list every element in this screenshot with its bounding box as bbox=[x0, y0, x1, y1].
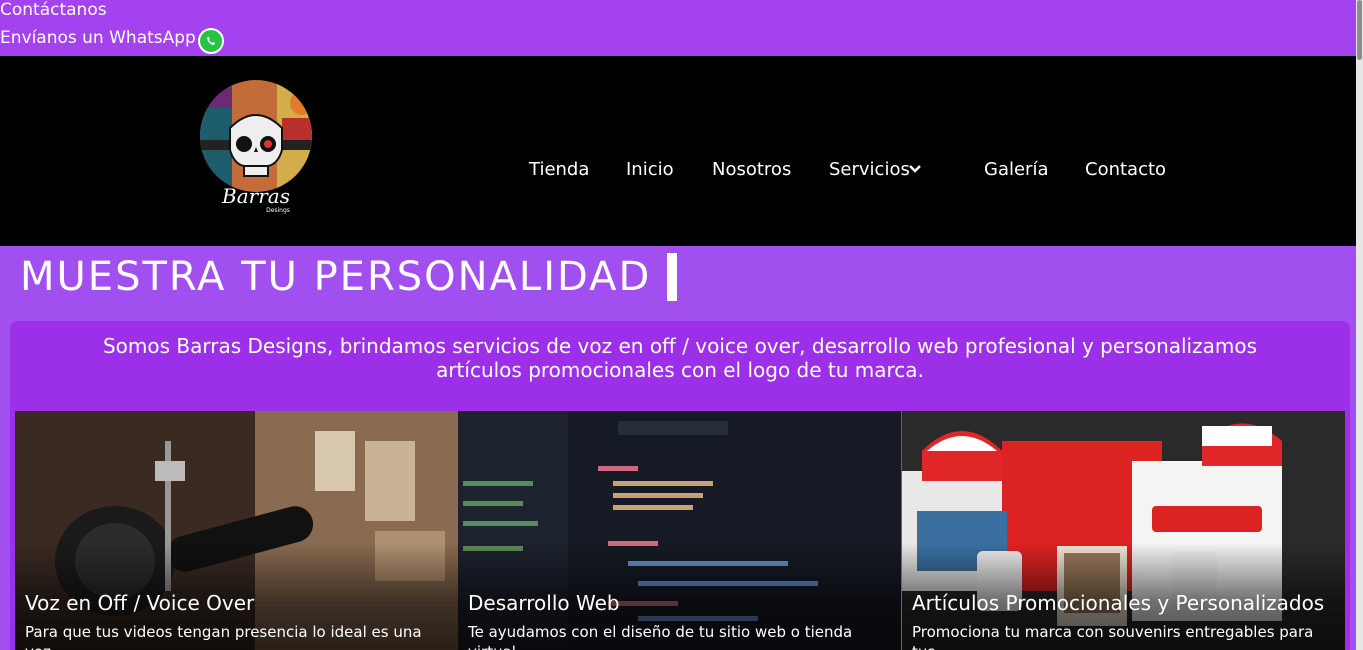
whatsapp-icon[interactable] bbox=[197, 28, 224, 54]
scrollbar-thumb[interactable] bbox=[1357, 0, 1362, 60]
nav-contacto[interactable]: Contacto bbox=[1085, 159, 1166, 180]
page-scrollbar[interactable] bbox=[1356, 0, 1363, 650]
service-card-web[interactable]: Desarrollo Web Te ayudamos con el diseño… bbox=[458, 411, 901, 650]
logo-subtext: Desings bbox=[266, 207, 290, 214]
typing-cursor bbox=[667, 253, 677, 301]
whatsapp-link[interactable]: Envíanos un WhatsApp bbox=[0, 25, 224, 54]
top-contact-bar: Contáctanos Envíanos un WhatsApp bbox=[0, 0, 1356, 56]
nav-inicio[interactable]: Inicio bbox=[626, 159, 674, 180]
card-text: Te ayudamos con el diseño de tu sitio we… bbox=[468, 623, 853, 650]
nav-tienda[interactable]: Tienda bbox=[529, 159, 589, 180]
nav-galeria[interactable]: Galería bbox=[984, 159, 1049, 180]
service-card-promo[interactable]: Artículos Promocionales y Personalizados… bbox=[902, 411, 1345, 650]
intro-text: Somos Barras Designs, brindamos servicio… bbox=[102, 334, 1258, 382]
whatsapp-label[interactable]: Envíanos un WhatsApp bbox=[0, 27, 196, 49]
card-title: Artículos Promocionales y Personalizados bbox=[912, 591, 1325, 615]
service-card-voice[interactable]: Voz en Off / Voice Over Para que tus vid… bbox=[15, 411, 458, 650]
card-title: Desarrollo Web bbox=[468, 591, 620, 615]
nav-nosotros[interactable]: Nosotros bbox=[712, 159, 791, 180]
card-text: Promociona tu marca con souvenirs entreg… bbox=[912, 623, 1314, 650]
hero-title: MUESTRA TU PERSONALIDAD bbox=[20, 254, 652, 300]
chevron-down-icon[interactable] bbox=[908, 160, 922, 181]
logo-text: Barras bbox=[221, 184, 290, 208]
barras-logo[interactable]: Barras Desings bbox=[182, 78, 330, 216]
contact-heading: Contáctanos bbox=[0, 0, 107, 20]
nav-servicios[interactable]: Servicios bbox=[829, 159, 910, 180]
card-title: Voz en Off / Voice Over bbox=[25, 591, 255, 615]
card-text: Para que tus videos tengan presencia lo … bbox=[25, 623, 422, 650]
